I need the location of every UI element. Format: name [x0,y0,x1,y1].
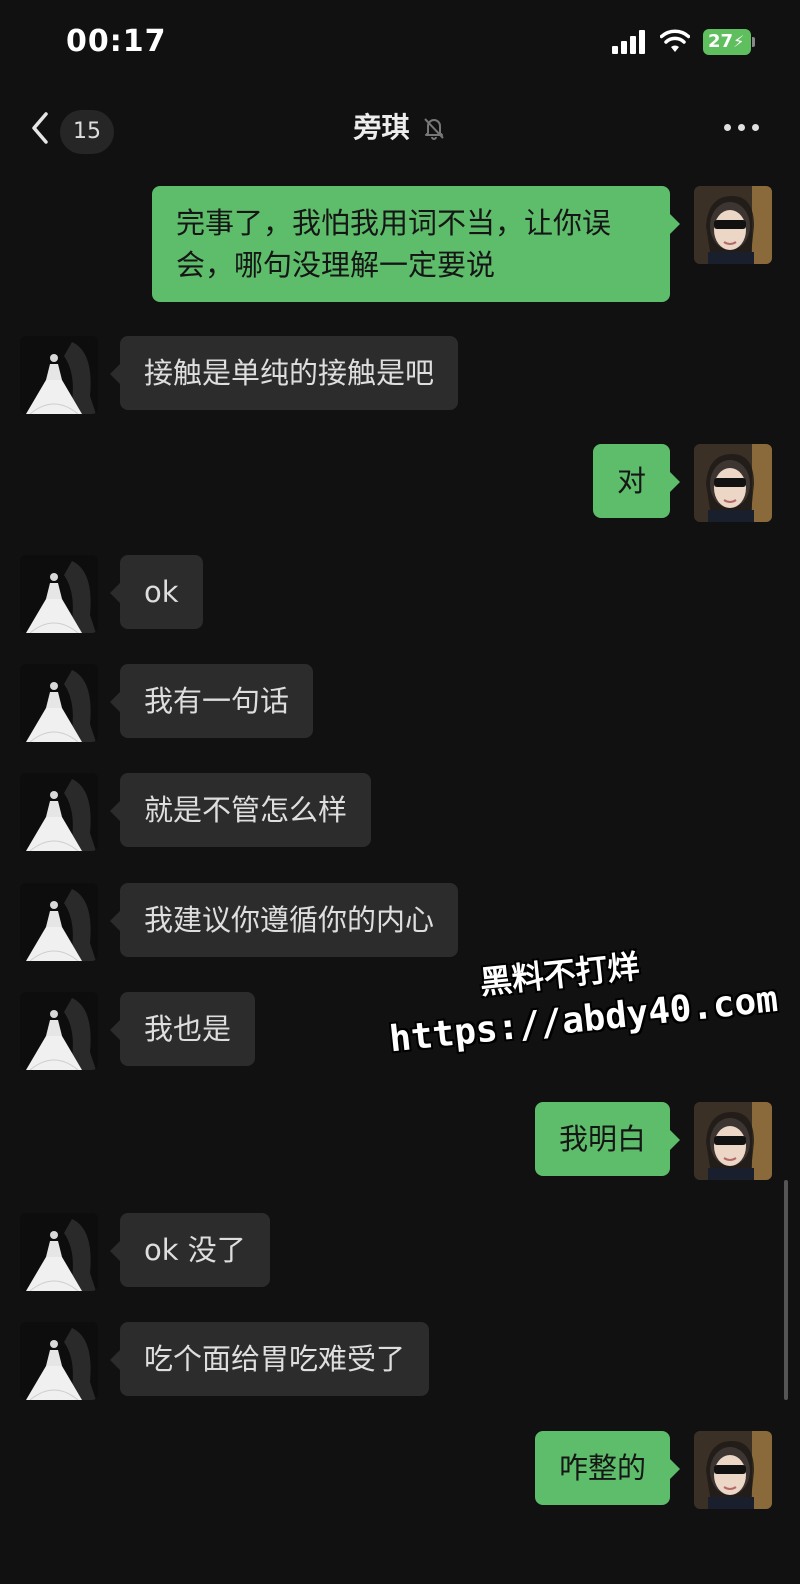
battery-icon: 27⚡ [703,29,751,55]
incoming-message-bubble[interactable]: 接触是单纯的接触是吧 [109,336,459,410]
incoming-message-bubble[interactable]: 吃个面给胃吃难受了 [109,1322,430,1396]
contact-avatar[interactable] [20,664,98,742]
self-avatar[interactable] [694,1102,772,1180]
chat-title-wrap: 旁琪 [0,106,800,146]
incoming-message-bubble[interactable]: ok [110,555,203,629]
more-options-icon[interactable] [722,124,762,134]
contact-avatar[interactable] [20,1322,98,1400]
contact-avatar[interactable] [20,555,98,633]
scrollbar[interactable] [784,1180,788,1400]
contact-avatar[interactable] [20,1213,98,1291]
outgoing-message-bubble[interactable]: 咋整的 [534,1431,681,1505]
chat-title[interactable]: 旁琪 [353,111,409,144]
status-bar: 00:17 27⚡ [0,0,800,88]
incoming-message-bubble[interactable]: 就是不管怎么样 [109,773,372,847]
wifi-icon [660,29,690,52]
incoming-message-bubble[interactable]: ok 没了 [110,1213,270,1287]
status-time: 00:17 [66,24,167,59]
battery-tip [752,37,755,47]
self-avatar[interactable] [694,444,772,522]
self-avatar[interactable] [694,186,772,264]
chat-header: 15 旁琪 [0,88,800,168]
outgoing-message-bubble[interactable]: 我明白 [534,1102,681,1176]
contact-avatar[interactable] [20,336,98,414]
contact-avatar[interactable] [20,992,98,1070]
message-list[interactable]: 完事了，我怕我用词不当，让你误 会，哪句没理解一定要说接触是单纯的接触是吧对 ok… [0,168,800,1584]
outgoing-message-bubble[interactable]: 完事了，我怕我用词不当，让你误 会，哪句没理解一定要说 [152,186,680,302]
contact-avatar[interactable] [20,773,98,851]
incoming-message-bubble[interactable]: 我建议你遵循你的内心 [109,883,459,957]
cellular-signal-icon [612,30,648,54]
battery-level: 27 [708,31,734,52]
contact-avatar[interactable] [20,883,98,961]
outgoing-message-bubble[interactable]: 对 [592,444,681,518]
self-avatar[interactable] [694,1431,772,1509]
incoming-message-bubble[interactable]: 我也是 [109,992,256,1066]
mute-bell-icon [423,118,444,140]
incoming-message-bubble[interactable]: 我有一句话 [109,664,314,738]
